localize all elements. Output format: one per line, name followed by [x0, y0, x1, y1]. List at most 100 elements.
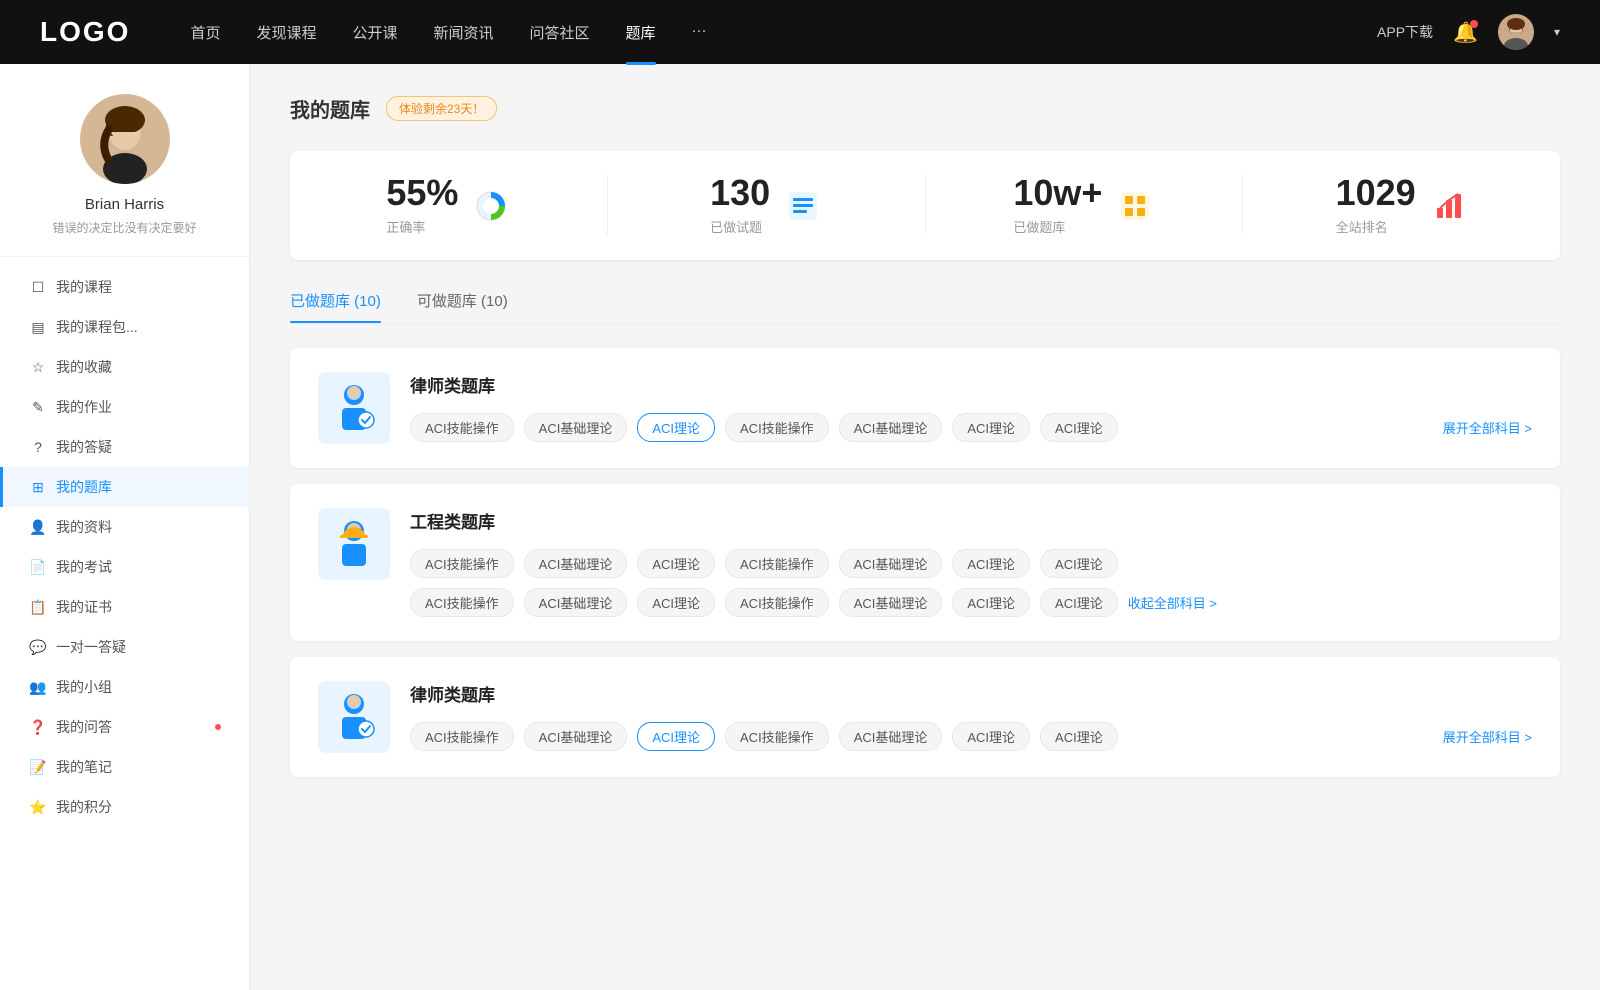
sidebar-item-my-cert-label: 我的证书 — [56, 597, 112, 617]
sidebar: Brian Harris 错误的决定比没有决定要好 ☐ 我的课程 ▤ 我的课程包… — [0, 64, 250, 990]
expand-link-3[interactable]: 展开全部科目 > — [1443, 730, 1532, 745]
sidebar-item-my-score[interactable]: ⭐ 我的积分 — [0, 787, 249, 827]
stat-rank: 1029 全站排名 — [1243, 175, 1560, 236]
tag-item[interactable]: ACI理论 — [637, 588, 715, 617]
sidebar-item-my-qbank-label: 我的题库 — [56, 477, 112, 497]
tag-item[interactable]: ACI理论 — [1040, 413, 1118, 442]
tag-item[interactable]: ACI理论 — [952, 413, 1030, 442]
qbank-lawyer-tags-1: ACI技能操作 ACI基础理论 ACI理论 ACI技能操作 ACI基础理论 AC… — [410, 413, 1433, 442]
tag-item[interactable]: ACI基础理论 — [839, 413, 943, 442]
sidebar-item-my-exam[interactable]: 📄 我的考试 — [0, 547, 249, 587]
profile-motto: 错误的决定比没有决定要好 — [52, 219, 196, 236]
tag-item[interactable]: ACI理论 — [1040, 588, 1118, 617]
sidebar-item-favorites[interactable]: ☆ 我的收藏 — [0, 347, 249, 387]
profile-name: Brian Harris — [85, 196, 164, 213]
nav-discover[interactable]: 发现课程 — [256, 22, 316, 43]
sidebar-item-my-notes-label: 我的笔记 — [56, 757, 112, 777]
tag-item[interactable]: ACI理论 — [1040, 549, 1118, 578]
sidebar-item-my-cert[interactable]: 📋 我的证书 — [0, 587, 249, 627]
sidebar-item-my-course[interactable]: ☐ 我的课程 — [0, 267, 249, 307]
edit-icon: ✎ — [30, 399, 46, 415]
tag-item[interactable]: ACI技能操作 — [725, 413, 829, 442]
nav-opencourse[interactable]: 公开课 — [352, 22, 397, 43]
sidebar-item-course-package[interactable]: ▤ 我的课程包... — [0, 307, 249, 347]
tag-item-highlighted[interactable]: ACI理论 — [637, 413, 715, 442]
tab-done-banks[interactable]: 已做题库 (10) — [290, 290, 381, 323]
nav-home[interactable]: 首页 — [190, 22, 220, 43]
paper-icon: 📄 — [30, 559, 46, 575]
tag-item[interactable]: ACI技能操作 — [410, 413, 514, 442]
stat-done-banks-value: 10w+ — [1013, 175, 1102, 211]
sidebar-item-my-group[interactable]: 👥 我的小组 — [0, 667, 249, 707]
sidebar-item-favorites-label: 我的收藏 — [56, 357, 112, 377]
sidebar-item-my-questions[interactable]: ? 我的答疑 — [0, 427, 249, 467]
sidebar-item-one-on-one[interactable]: 💬 一对一答疑 — [0, 627, 249, 667]
qbank-lawyer-icon-2 — [318, 681, 390, 753]
qbank-lawyer-title-2: 律师类题库 — [410, 681, 1532, 706]
profile-section: Brian Harris 错误的决定比没有决定要好 — [0, 94, 249, 257]
qbank-engineer-icon — [318, 508, 390, 580]
tag-item[interactable]: ACI基础理论 — [524, 722, 628, 751]
tag-item[interactable]: ACI技能操作 — [410, 722, 514, 751]
sidebar-item-homework-label: 我的作业 — [56, 397, 112, 417]
qbank-card-lawyer-1: 律师类题库 ACI技能操作 ACI基础理论 ACI理论 ACI技能操作 ACI基… — [290, 348, 1560, 468]
sidebar-item-my-exam-label: 我的考试 — [56, 557, 112, 577]
nav-qbank[interactable]: 题库 — [626, 22, 656, 43]
sidebar-item-my-qbank[interactable]: ⊞ 我的题库 — [0, 467, 249, 507]
tag-item[interactable]: ACI理论 — [637, 549, 715, 578]
sidebar-item-my-questions-label: 我的答疑 — [56, 437, 112, 457]
score-icon: ⭐ — [30, 799, 46, 815]
sidebar-item-my-qa[interactable]: ❓ 我的问答 — [0, 707, 249, 747]
bar-icon: ▤ — [30, 319, 46, 335]
sidebar-item-one-on-one-label: 一对一答疑 — [56, 637, 126, 657]
tag-item[interactable]: ACI基础理论 — [524, 549, 628, 578]
navbar-right: APP下载 🔔 ▾ — [1377, 14, 1560, 50]
file-icon: ☐ — [30, 279, 46, 295]
tag-item[interactable]: ACI基础理论 — [839, 549, 943, 578]
nav-more[interactable]: ··· — [692, 22, 707, 43]
tag-item[interactable]: ACI基础理论 — [524, 588, 628, 617]
qbank-lawyer-title-1: 律师类题库 — [410, 372, 1532, 397]
pie-chart-icon — [472, 187, 510, 225]
stats-row: 55% 正确率 130 已做试题 — [290, 151, 1560, 260]
tag-item[interactable]: ACI理论 — [952, 722, 1030, 751]
stat-rank-value: 1029 — [1336, 175, 1416, 211]
sidebar-item-my-profile[interactable]: 👤 我的资料 — [0, 507, 249, 547]
cert-icon: 📋 — [30, 599, 46, 615]
trial-badge: 体验剩余23天！ — [386, 96, 497, 121]
tag-item[interactable]: ACI理论 — [952, 549, 1030, 578]
grid-icon: ⊞ — [30, 479, 46, 495]
tag-item[interactable]: ACI基础理论 — [839, 722, 943, 751]
tag-item[interactable]: ACI理论 — [1040, 722, 1118, 751]
qbank-engineer-title: 工程类题库 — [410, 508, 1532, 533]
sidebar-item-homework[interactable]: ✎ 我的作业 — [0, 387, 249, 427]
nav-qa[interactable]: 问答社区 — [530, 22, 590, 43]
user-avatar[interactable] — [1498, 14, 1534, 50]
page-wrapper: Brian Harris 错误的决定比没有决定要好 ☐ 我的课程 ▤ 我的课程包… — [0, 64, 1600, 990]
tab-available-banks[interactable]: 可做题库 (10) — [417, 290, 508, 323]
tag-item[interactable]: ACI基础理论 — [524, 413, 628, 442]
nav-news[interactable]: 新闻资讯 — [434, 22, 494, 43]
stat-accuracy-label: 正确率 — [386, 217, 458, 236]
profile-avatar[interactable] — [80, 94, 170, 184]
group-icon: 👥 — [30, 679, 46, 695]
collapse-link[interactable]: 收起全部科目 > — [1128, 593, 1217, 612]
tag-item[interactable]: ACI技能操作 — [725, 722, 829, 751]
user-menu-chevron[interactable]: ▾ — [1554, 25, 1560, 39]
tag-item[interactable]: ACI基础理论 — [839, 588, 943, 617]
note-icon: 📝 — [30, 759, 46, 775]
sidebar-item-my-notes[interactable]: 📝 我的笔记 — [0, 747, 249, 787]
tag-item[interactable]: ACI技能操作 — [725, 549, 829, 578]
logo[interactable]: LOGO — [40, 16, 130, 48]
tag-item[interactable]: ACI技能操作 — [410, 549, 514, 578]
tag-item-highlighted[interactable]: ACI理论 — [637, 722, 715, 751]
tag-item[interactable]: ACI技能操作 — [725, 588, 829, 617]
tag-item[interactable]: ACI理论 — [952, 588, 1030, 617]
tag-item[interactable]: ACI技能操作 — [410, 588, 514, 617]
notification-bell[interactable]: 🔔 — [1453, 20, 1478, 45]
sidebar-item-my-course-label: 我的课程 — [56, 277, 112, 297]
tabs-row: 已做题库 (10) 可做题库 (10) — [290, 290, 1560, 324]
expand-link-1[interactable]: 展开全部科目 > — [1443, 421, 1532, 436]
app-download-link[interactable]: APP下载 — [1377, 22, 1433, 42]
qa-notification-dot — [215, 724, 221, 730]
